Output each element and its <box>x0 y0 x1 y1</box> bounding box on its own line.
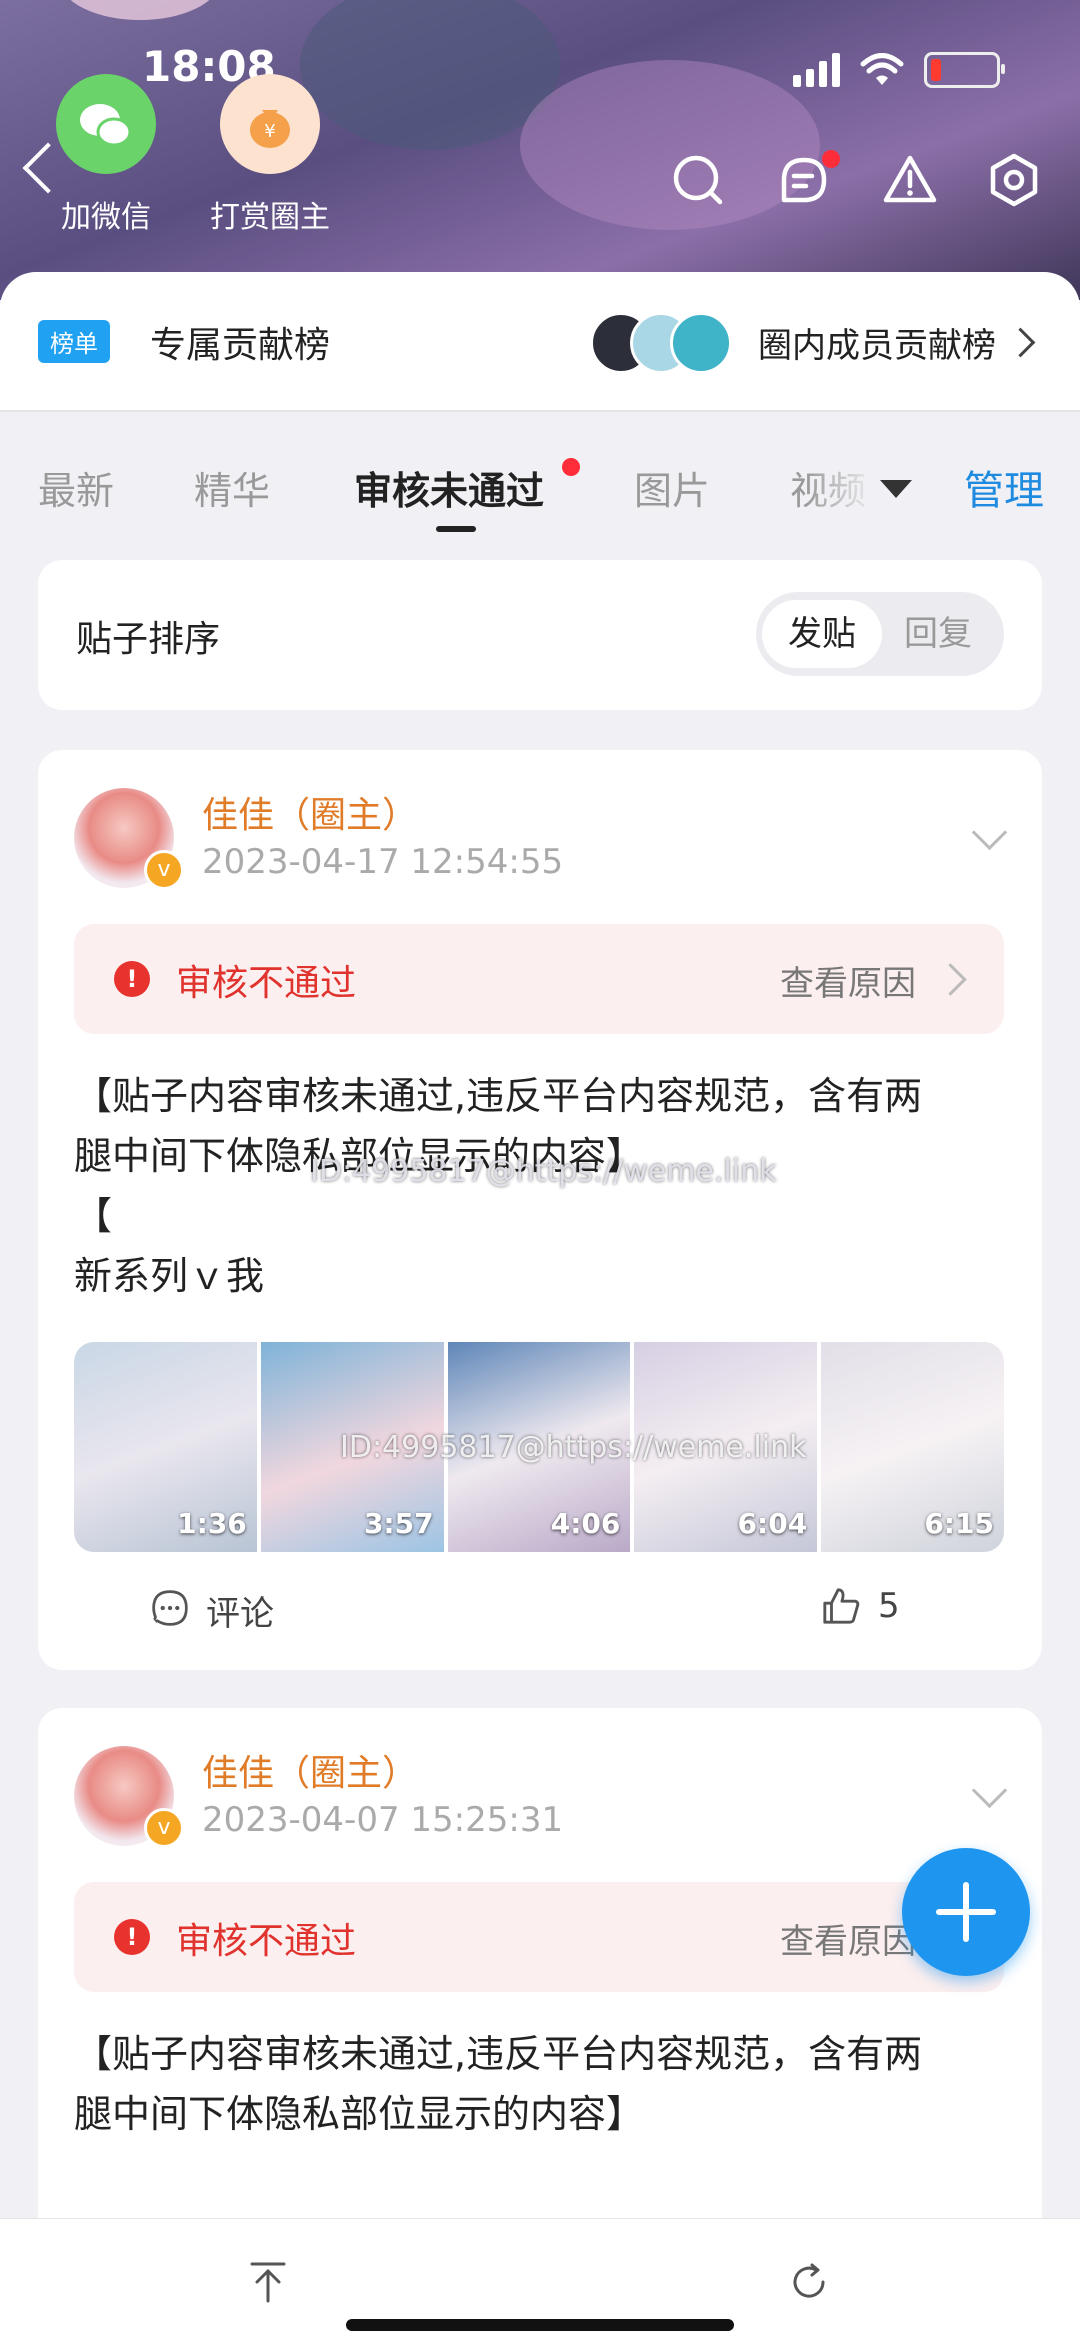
video-thumbnail[interactable]: 6:15 <box>821 1342 1004 1552</box>
wechat-button[interactable] <box>56 74 156 174</box>
rank-badge: 榜单 <box>38 320 110 363</box>
post-text-line: 【 <box>74 1194 113 1238</box>
view-reason-link[interactable]: 查看原因 <box>780 1914 916 1963</box>
wechat-icon <box>80 104 132 147</box>
status-icons <box>793 52 1005 88</box>
sort-label: 贴子排序 <box>76 619 221 660</box>
settings-hex-icon[interactable] <box>986 152 1042 208</box>
tip-owner-label: 打赏圈主 <box>210 200 330 235</box>
money-bag-icon: ¥ <box>250 110 290 148</box>
header-background-image <box>300 0 560 150</box>
post-author[interactable]: 佳佳（圈主） <box>202 786 418 838</box>
contribution-rank-row[interactable]: 榜单 专属贡献榜 圈内成员贡献榜 <box>0 272 1080 412</box>
video-duration: 1:36 <box>177 1507 247 1540</box>
post-text-line: 【贴子内容审核未通过,违反平台内容规范，含有两 <box>74 2032 923 2076</box>
watermark-text: ID:4995817@https://weme.link <box>340 1430 807 1465</box>
post-text-line: 【贴子内容审核未通过,违反平台内容规范，含有两 <box>74 1074 923 1118</box>
svg-text:¥: ¥ <box>264 121 275 142</box>
member-rank-link[interactable]: 圈内成员贡献榜 <box>758 318 996 367</box>
scroll-to-top-icon[interactable] <box>248 2261 288 2303</box>
chevron-right-icon <box>934 963 967 996</box>
rejected-status: 审核不通过 <box>176 963 357 1004</box>
tab-featured[interactable]: 精华 <box>194 460 270 515</box>
sort-option-post[interactable]: 发贴 <box>762 600 882 668</box>
battery-icon <box>924 52 1005 88</box>
chevron-right-icon <box>1005 327 1036 358</box>
alert-icon: ! <box>114 961 150 997</box>
video-duration: 6:15 <box>924 1507 994 1540</box>
like-icon[interactable] <box>820 1586 862 1626</box>
post-tabs: 最新 精华 审核未通过 图片 视频 管理 <box>0 440 1080 540</box>
verified-badge-icon: v <box>144 850 184 890</box>
wechat-label: 加微信 <box>61 200 151 235</box>
post-text-line: 腿中间下体隐私部位显示的内容】 <box>74 2092 645 2136</box>
post-date: 2023-04-07 15:25:31 <box>202 1800 564 1840</box>
post-text-line: 新系列ｖ我 <box>74 1254 265 1298</box>
watermark-text: ID:4995817@https://weme.link <box>310 1154 777 1189</box>
tabs-dropdown-icon[interactable] <box>880 480 912 498</box>
tab-rejected[interactable]: 审核未通过 <box>354 460 544 515</box>
manage-button[interactable]: 管理 <box>964 458 1044 516</box>
rejected-status: 审核不通过 <box>176 1921 357 1962</box>
tab-rejected-dot <box>562 458 580 476</box>
comment-icon[interactable] <box>150 1588 190 1628</box>
active-tab-indicator <box>436 526 476 532</box>
search-icon[interactable] <box>670 152 726 208</box>
like-count: 5 <box>878 1586 900 1626</box>
chevron-down-icon[interactable] <box>971 814 1008 851</box>
header-avatar-partial <box>60 0 220 20</box>
bottom-toolbar <box>0 2218 1080 2342</box>
refresh-icon[interactable] <box>788 2261 830 2303</box>
comment-label[interactable]: 评论 <box>206 1586 274 1635</box>
tab-images[interactable]: 图片 <box>634 460 710 515</box>
rejected-banner[interactable]: ! 审核不通过 查看原因 <box>74 924 1004 1034</box>
tab-latest[interactable]: 最新 <box>38 460 114 515</box>
post-text: 【贴子内容审核未通过,违反平台内容规范，含有两 腿中间下体隐私部位显示的内容】 <box>74 2024 1014 2144</box>
post-card[interactable]: v 佳佳（圈主） 2023-04-17 12:54:55 ! 审核不通过 查看原… <box>38 750 1042 1670</box>
wifi-icon <box>860 53 904 85</box>
video-thumbnail[interactable]: 1:36 <box>74 1342 257 1552</box>
post-author[interactable]: 佳佳（圈主） <box>202 1744 418 1796</box>
tip-owner-button[interactable]: ¥ <box>220 74 320 174</box>
video-duration: 6:04 <box>737 1507 808 1540</box>
alert-icon: ! <box>114 1919 150 1955</box>
message-unread-dot <box>822 150 840 168</box>
avatar <box>670 312 732 374</box>
create-post-button[interactable] <box>902 1848 1030 1976</box>
profile-header: 18:08 加微信 ¥ 打赏圈主 <box>0 0 1080 300</box>
sort-toggle[interactable]: 发贴 回复 <box>756 592 1004 676</box>
warning-icon[interactable] <box>882 152 938 208</box>
verified-badge-icon: v <box>144 1808 184 1848</box>
post-date: 2023-04-17 12:54:55 <box>202 842 564 882</box>
video-duration: 3:57 <box>363 1507 434 1540</box>
video-duration: 4:06 <box>550 1507 621 1540</box>
sort-option-reply[interactable]: 回复 <box>878 600 998 668</box>
member-avatars <box>590 312 740 374</box>
home-indicator[interactable] <box>346 2319 734 2331</box>
rejected-banner[interactable]: ! 审核不通过 查看原因 <box>74 1882 1004 1992</box>
chevron-down-icon[interactable] <box>971 1772 1008 1809</box>
cellular-signal-icon <box>793 53 840 87</box>
sort-card: 贴子排序 发贴 回复 <box>38 560 1042 710</box>
view-reason-link[interactable]: 查看原因 <box>780 956 916 1005</box>
rank-title: 专属贡献榜 <box>150 325 331 366</box>
